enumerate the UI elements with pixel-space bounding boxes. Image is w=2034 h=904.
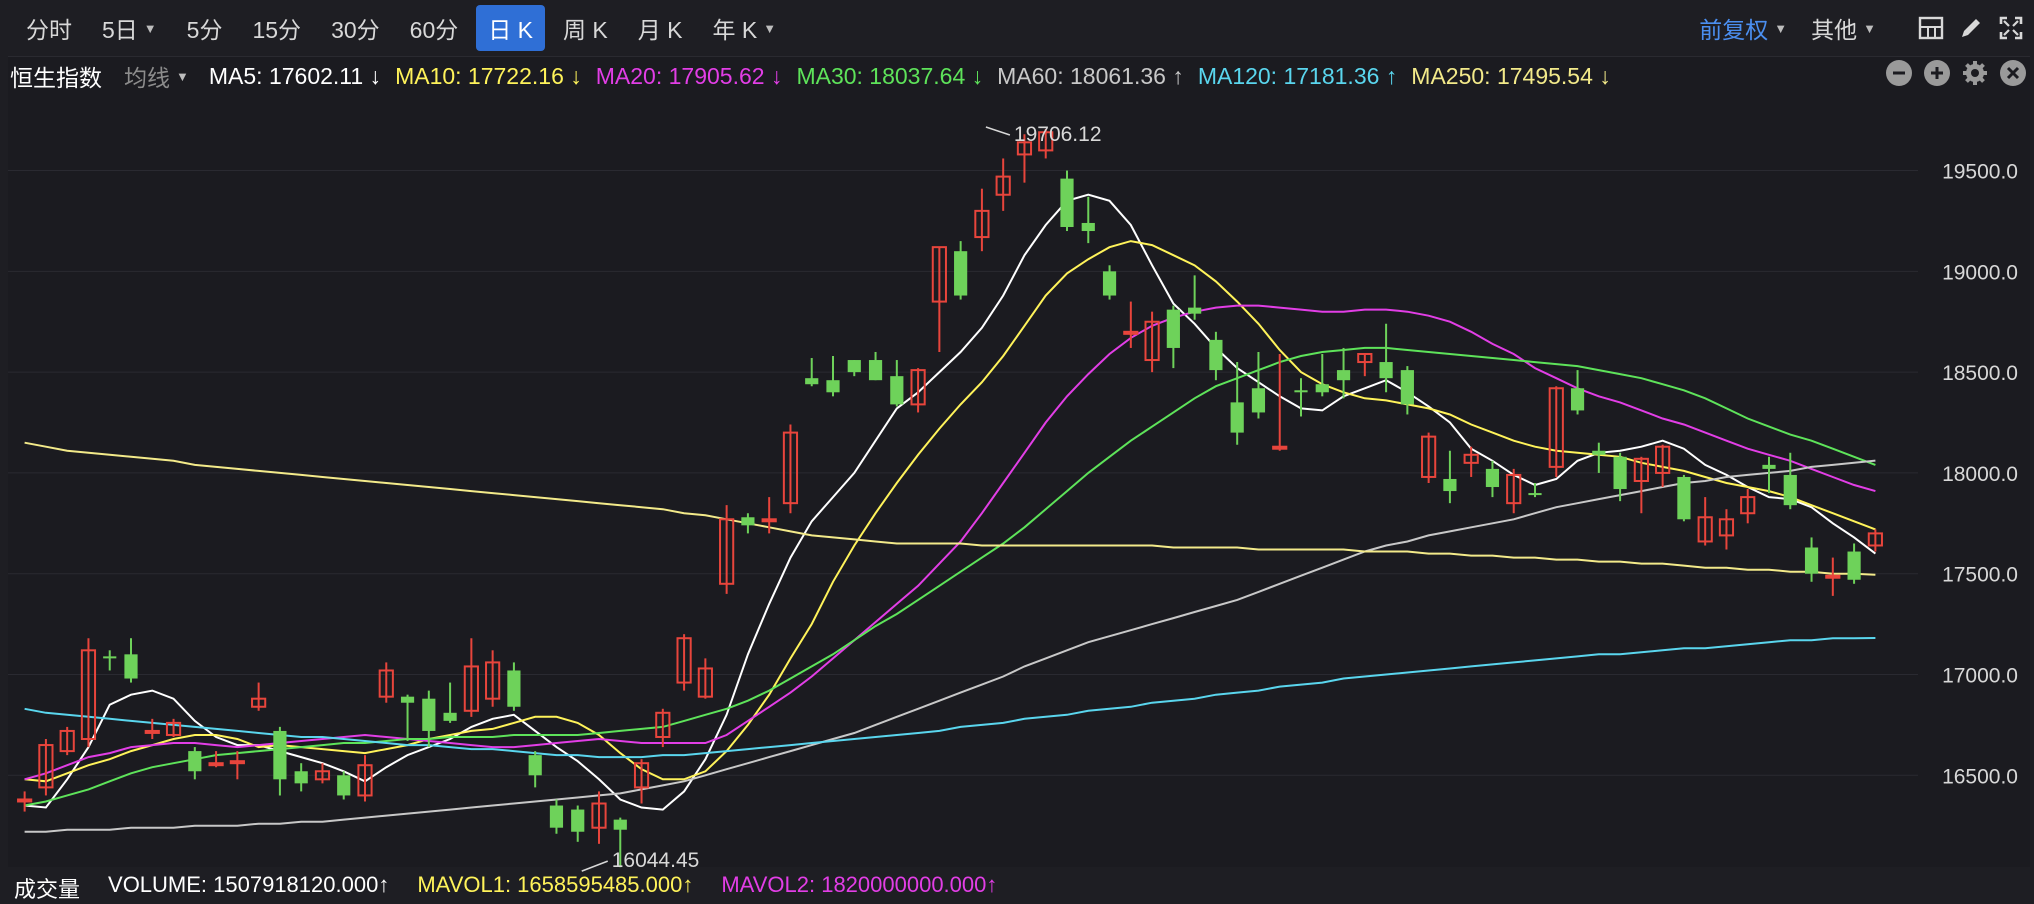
- candle-body: [1294, 390, 1308, 393]
- y-tick-label: 17500.0: [1942, 564, 2018, 587]
- candle-body: [1230, 402, 1244, 433]
- ma-value: MA30: 18037.64 ↓: [796, 62, 984, 89]
- add-icon[interactable]: [1924, 60, 1950, 86]
- candle-body: [1570, 388, 1585, 411]
- candle-body: [1825, 574, 1841, 579]
- candle-body: [1272, 445, 1288, 450]
- candle-body: [208, 762, 224, 767]
- candle-body: [1592, 450, 1606, 455]
- candle-body: [1443, 478, 1457, 492]
- candle-body: [868, 360, 883, 381]
- candle-body: [1102, 271, 1117, 296]
- volume-legend-item: 成交量: [14, 877, 81, 902]
- candle-body: [188, 751, 202, 772]
- candle-body: [1060, 178, 1074, 227]
- index-name: 恒生指数: [10, 65, 102, 91]
- ma-mode-label: 均线: [124, 65, 170, 91]
- ma-line-ma5: [24, 193, 1877, 811]
- y-tick-label: 18500.0: [1942, 362, 2018, 385]
- candle-body: [144, 729, 160, 734]
- candle-body: [103, 656, 117, 659]
- candle-body: [1613, 456, 1627, 490]
- candle-body: [1400, 370, 1414, 405]
- candle-body: [124, 654, 138, 679]
- candle-body: [1336, 370, 1351, 381]
- candle-body: [1677, 476, 1691, 520]
- candle-body: [1804, 547, 1819, 574]
- candle-body: [741, 517, 755, 526]
- candle-body: [400, 696, 415, 703]
- ma-value: MA60: 18061.36 ↑: [997, 62, 1184, 89]
- candle-body: [507, 670, 521, 707]
- candle-body: [1209, 339, 1223, 371]
- volume-legend: 成交量 VOLUME: 1507918120.000↑ MAVOL1: 165859…: [14, 872, 1025, 904]
- candle-body: [294, 771, 308, 784]
- panel-controls: [1874, 60, 2026, 86]
- candle-body: [443, 712, 457, 721]
- candle-body: [847, 360, 861, 373]
- volume-legend-item: VOLUME: 1507918120.000↑: [108, 872, 390, 897]
- ma-value: MA20: 17905.62 ↓: [595, 62, 783, 89]
- candle-body: [1847, 551, 1861, 580]
- minimize-icon[interactable]: [1886, 60, 1912, 86]
- volume-legend-item: MAVOL2: 1820000000.000↑: [721, 872, 998, 897]
- ma-line-ma10: [24, 240, 1876, 783]
- low-label: 16044.45: [612, 849, 700, 872]
- candle-body: [273, 730, 287, 780]
- candle-body: [826, 380, 840, 393]
- volume-legend-item: MAVOL1: 1658595485.000↑: [417, 872, 694, 897]
- ma-line-ma20: [24, 304, 1876, 781]
- ma-line-ma250: [24, 441, 1876, 576]
- low-marker-line: [581, 860, 608, 872]
- candle-body: [1081, 222, 1095, 232]
- high-label: 19706.12: [1014, 123, 1102, 146]
- ma-values: MA5: 17602.11 ↓ MA10: 17722.16 ↓ MA20: 179…: [209, 63, 1625, 90]
- candle-body: [890, 376, 904, 405]
- candle-body: [528, 755, 542, 776]
- candle-body: [1251, 388, 1266, 413]
- candle-body: [1188, 307, 1202, 314]
- candle-body: [805, 378, 819, 385]
- ma-value: MA10: 17722.16 ↓: [395, 62, 582, 89]
- ma-value: MA120: 17181.36 ↑: [1197, 62, 1398, 89]
- y-tick-label: 16500.0: [1942, 765, 2018, 788]
- ma-value: MA5: 17602.11 ↓: [208, 62, 382, 89]
- candle-body: [549, 805, 564, 828]
- candle-body: [1315, 384, 1329, 393]
- candle-body: [954, 251, 968, 296]
- candle-body: [1379, 362, 1393, 379]
- y-tick-label: 17000.0: [1942, 665, 2018, 688]
- y-tick-label: 19500.0: [1942, 161, 2018, 184]
- ma-legend: 恒生指数 均线 ▼ MA5: 17602.11 ↓ MA10: 17722.16 …: [10, 58, 1625, 94]
- candle-body: [613, 819, 627, 830]
- candlestick-chart[interactable]: 16500.0 17000.0 17500.0 18000.0 18500.0 19000…: [0, 0, 2034, 884]
- settings-icon[interactable]: [1962, 60, 1988, 86]
- chevron-down-icon: ▼: [176, 68, 189, 84]
- y-tick-label: 19000.0: [1942, 261, 2018, 284]
- candle-body: [571, 809, 585, 832]
- candle-body: [1485, 468, 1500, 488]
- candle-body: [337, 775, 351, 796]
- close-icon[interactable]: [2000, 60, 2026, 86]
- candle-body: [422, 698, 436, 731]
- candle-body: [1762, 464, 1776, 469]
- ma-value: MA250: 17495.54 ↓: [1411, 62, 1611, 89]
- candle-body: [1166, 309, 1180, 348]
- ma-mode-dropdown[interactable]: 均线 ▼: [124, 59, 189, 93]
- y-tick-label: 18000.0: [1942, 463, 2018, 486]
- candle-body: [1528, 493, 1542, 496]
- high-marker-line: [985, 126, 1011, 136]
- candle-body: [17, 798, 33, 803]
- candle-body: [1783, 474, 1797, 506]
- candle-body: [761, 518, 777, 523]
